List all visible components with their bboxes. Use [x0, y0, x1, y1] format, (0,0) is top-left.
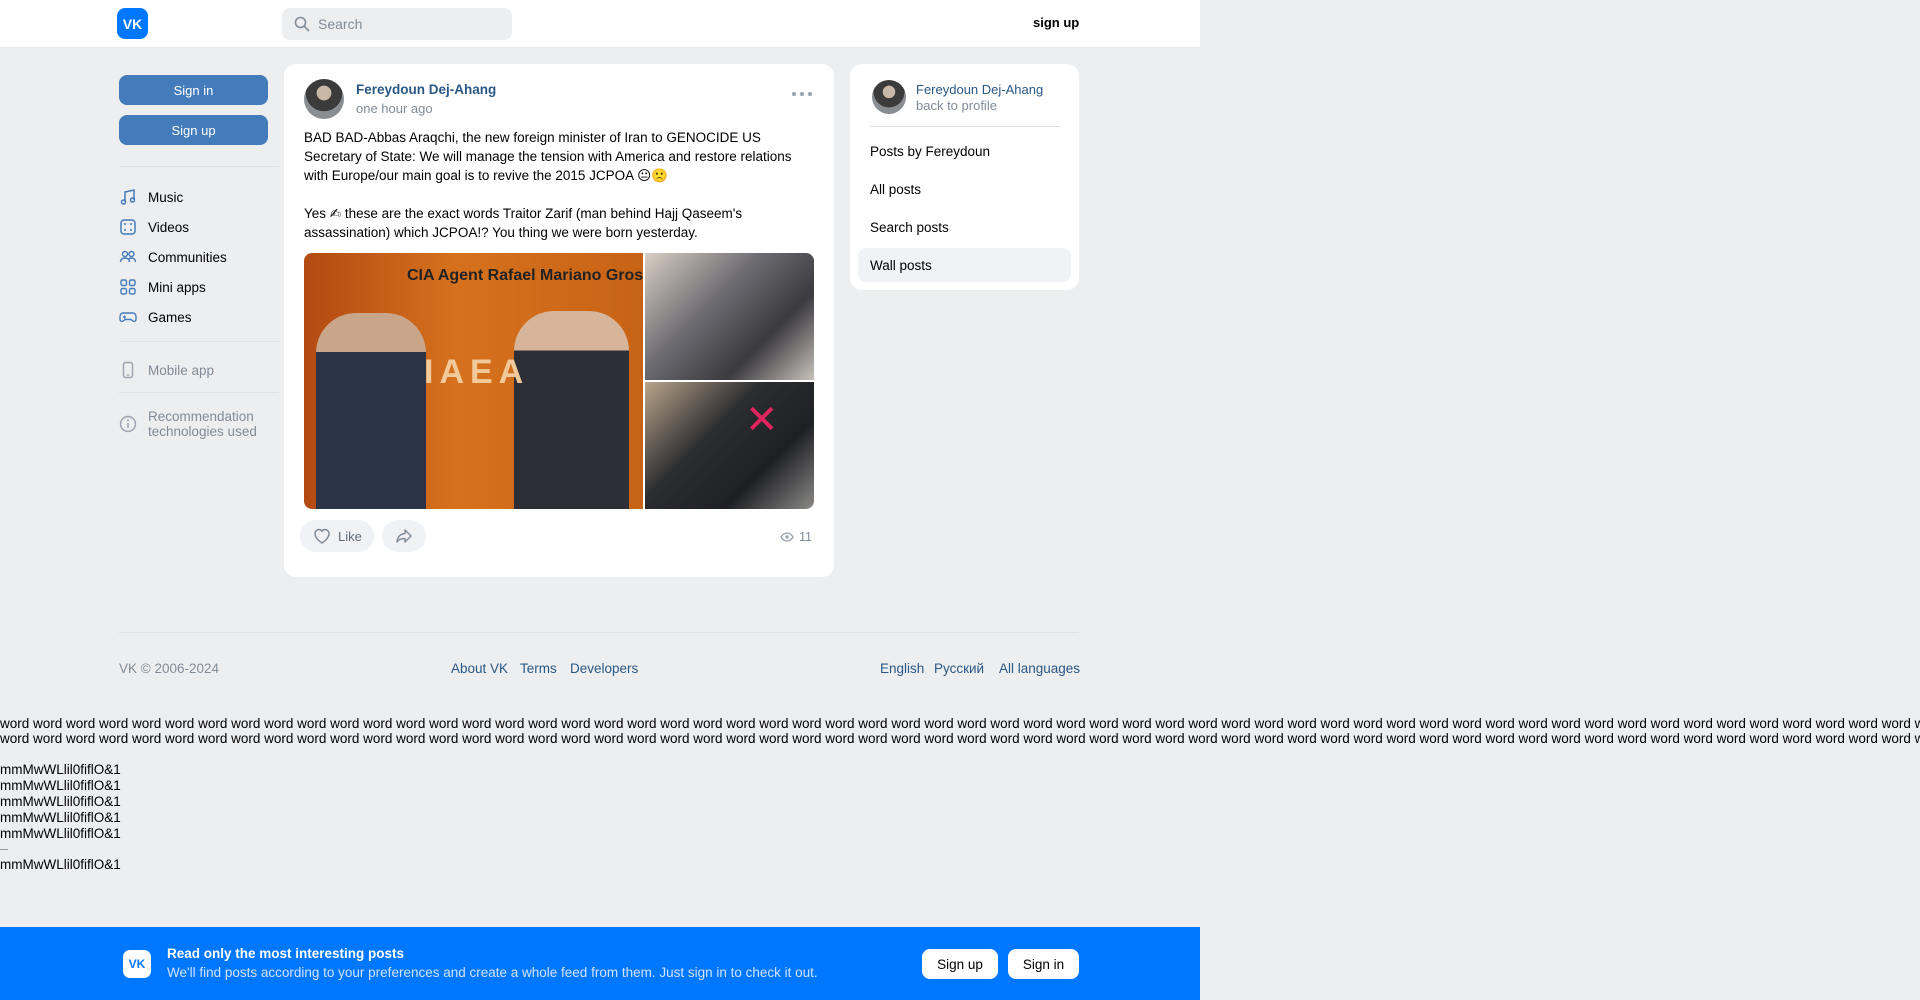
about-link[interactable]: About VK — [451, 661, 508, 676]
terms-link[interactable]: Terms — [520, 661, 557, 676]
banner-sign-up-button[interactable]: Sign up — [922, 949, 998, 979]
copyright: VK © 2006-2024 — [119, 661, 220, 676]
nav-item-communities[interactable]: Communities — [119, 247, 227, 267]
more-options-icon[interactable] — [792, 92, 812, 100]
communities-icon — [119, 250, 137, 263]
nav-label: Music — [148, 189, 184, 205]
views-count: 11 — [799, 530, 812, 544]
heart-icon — [314, 528, 330, 544]
glyph-line: mmMwWLlil0fiflO&1 — [0, 762, 121, 777]
divider — [870, 126, 1060, 127]
info-icon — [119, 415, 137, 433]
search-input[interactable] — [318, 16, 498, 32]
developers-link[interactable]: Developers — [570, 661, 638, 676]
post-paragraph: Yes ✍ these are the exact words Traitor … — [304, 206, 743, 240]
signup-banner: VK Read only the most interesting posts … — [0, 927, 1200, 1000]
views-counter: 11 — [780, 530, 812, 544]
phone-icon — [122, 361, 134, 379]
gamepad-icon — [119, 312, 137, 323]
glyph-line: mmMwWLlil0fiflO&1 — [0, 857, 121, 872]
share-button[interactable] — [381, 520, 426, 552]
photo-figure — [514, 311, 629, 509]
glyph-test-text: mmMwWLlil0fiflO&1 mmMwWLlil0fiflO&1 mmMw… — [0, 762, 121, 873]
separator — [0, 849, 8, 850]
post-photo[interactable] — [645, 253, 814, 380]
glyph-line: mmMwWLlil0fiflO&1 — [0, 810, 121, 825]
divider — [119, 341, 279, 342]
nav-item-videos[interactable]: Videos — [119, 217, 189, 237]
banner-subtitle: We'll find posts according to your prefe… — [167, 965, 818, 980]
glyph-line: mmMwWLlil0fiflO&1 — [0, 794, 121, 809]
cross-mark-icon: ✕ — [745, 398, 779, 442]
nav-item-recommendation[interactable]: Recommendation technologies used — [119, 409, 269, 441]
filler-line: word word word word word word word word … — [0, 731, 1920, 746]
glyph-line: mmMwWLlil0fiflO&1 — [0, 778, 121, 793]
video-icon — [120, 219, 136, 235]
nav-item-mini-apps[interactable]: Mini apps — [119, 277, 206, 297]
nav-label: Videos — [148, 219, 190, 235]
divider — [119, 166, 279, 167]
nav-label: Mini apps — [148, 279, 206, 295]
header-signup-link[interactable]: sign up — [1033, 15, 1079, 30]
like-label: Like — [338, 528, 362, 544]
posts-by-author-link[interactable]: Posts by Fereydoun — [858, 134, 1071, 168]
banner-sign-in-button[interactable]: Sign in — [1008, 949, 1079, 979]
eye-icon — [780, 532, 794, 542]
footer-divider — [119, 632, 1079, 633]
language-english-link[interactable]: English — [880, 661, 924, 676]
search-posts-link[interactable]: Search posts — [858, 210, 1071, 244]
post-actions: Like — [300, 520, 434, 552]
vk-logo-icon[interactable]: VK — [117, 8, 148, 39]
all-languages-link[interactable]: All languages — [999, 661, 1080, 676]
photo-caption: CIA Agent Rafael Mariano Gross — [407, 267, 643, 284]
photo-sign-text: IAEA — [424, 353, 530, 391]
filler-line: word word word word word word word word … — [0, 716, 1920, 731]
top-bar: VK sign up — [0, 0, 1200, 48]
nav-item-mobile-app[interactable]: Mobile app — [119, 360, 214, 380]
profile-nav-card: Fereydoun Dej-Ahang back to profile Post… — [850, 64, 1079, 290]
nav-label: Mobile app — [148, 362, 215, 378]
nav-item-games[interactable]: Games — [119, 307, 192, 327]
photo-figure — [316, 313, 426, 509]
post-paragraph: BAD BAD-Abbas Araqchi, the new foreign m… — [304, 130, 792, 183]
post-photo[interactable]: IAEA CIA Agent Rafael Mariano Gross — [304, 253, 643, 509]
photo-grid: IAEA CIA Agent Rafael Mariano Gross ✕ — [304, 253, 814, 509]
post-text: BAD BAD-Abbas Araqchi, the new foreign m… — [304, 128, 819, 261]
post-photo[interactable]: ✕ — [645, 382, 814, 509]
wall-posts-link[interactable]: Wall posts — [858, 248, 1071, 282]
divider — [119, 392, 279, 393]
vk-logo-icon: VK — [123, 950, 151, 978]
mini-apps-icon — [120, 279, 136, 295]
profile-avatar[interactable] — [872, 80, 906, 114]
like-button[interactable]: Like — [300, 520, 374, 552]
nav-label: Games — [148, 309, 192, 325]
author-avatar[interactable] — [304, 79, 344, 119]
post-author-link[interactable]: Fereydoun Dej-Ahang — [356, 82, 496, 97]
nav-label: Communities — [148, 249, 227, 265]
language-russian-link[interactable]: Русский — [934, 661, 984, 676]
wall-post: Fereydoun Dej-Ahang one hour ago BAD BAD… — [284, 64, 834, 577]
search-box[interactable] — [282, 8, 512, 40]
share-icon — [396, 529, 412, 543]
post-time[interactable]: one hour ago — [356, 101, 433, 116]
search-icon — [294, 16, 310, 32]
profile-name-link[interactable]: Fereydoun Dej-Ahang — [916, 82, 1043, 97]
sign-up-button[interactable]: Sign up — [119, 115, 268, 145]
all-posts-link[interactable]: All posts — [858, 172, 1071, 206]
music-icon — [120, 189, 136, 205]
nav-item-music[interactable]: Music — [119, 187, 183, 207]
banner-title: Read only the most interesting posts — [167, 946, 405, 961]
glyph-line: mmMwWLlil0fiflO&1 — [0, 826, 121, 841]
filler-text: word word word word word word word word … — [0, 716, 1920, 746]
nav-label: Recommendation technologies used — [148, 409, 257, 439]
back-to-profile-link[interactable]: back to profile — [916, 98, 997, 113]
sign-in-button[interactable]: Sign in — [119, 75, 268, 105]
